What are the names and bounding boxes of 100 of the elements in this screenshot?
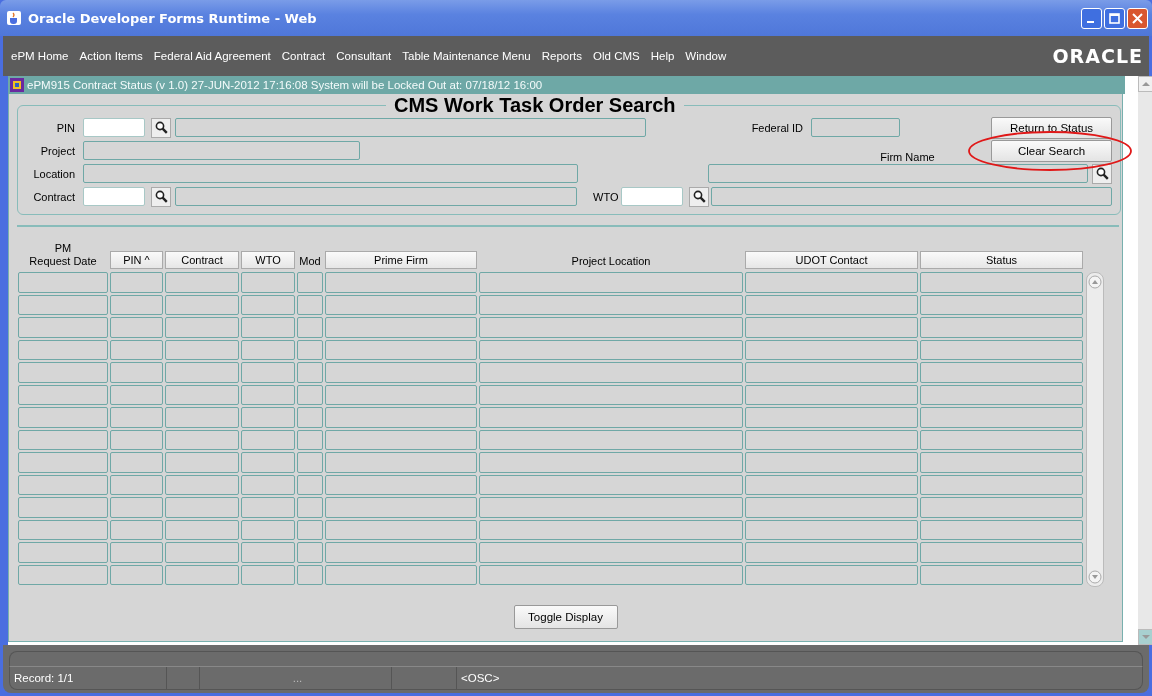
table-cell[interactable]	[745, 294, 918, 315]
table-cell[interactable]	[479, 519, 743, 540]
table-cell[interactable]	[241, 429, 295, 450]
column-header-button[interactable]: WTO	[241, 251, 295, 269]
table-cell[interactable]	[297, 474, 323, 495]
lookup-button[interactable]	[1092, 163, 1112, 184]
table-cell[interactable]	[110, 429, 163, 450]
column-header-button[interactable]: PIN ^	[110, 251, 163, 269]
table-cell[interactable]	[479, 294, 743, 315]
minimize-button[interactable]	[1081, 7, 1102, 29]
input-field[interactable]	[621, 187, 683, 206]
column-header-button[interactable]: Contract	[165, 251, 239, 269]
table-cell[interactable]	[479, 317, 743, 338]
table-cell[interactable]	[325, 294, 477, 315]
table-cell[interactable]	[165, 474, 239, 495]
table-cell[interactable]	[920, 384, 1083, 405]
table-cell[interactable]	[325, 497, 477, 518]
table-cell[interactable]	[479, 429, 743, 450]
table-cell[interactable]	[479, 384, 743, 405]
table-cell[interactable]	[241, 362, 295, 383]
table-cell[interactable]	[165, 429, 239, 450]
table-cell[interactable]	[18, 339, 108, 360]
table-cell[interactable]	[110, 542, 163, 563]
close-button[interactable]	[1127, 7, 1148, 29]
table-cell[interactable]	[241, 407, 295, 428]
table-cell[interactable]	[165, 452, 239, 473]
table-cell[interactable]	[241, 317, 295, 338]
table-cell[interactable]	[18, 294, 108, 315]
display-field[interactable]	[175, 118, 646, 137]
table-cell[interactable]	[920, 317, 1083, 338]
table-cell[interactable]	[920, 339, 1083, 360]
table-cell[interactable]	[325, 362, 477, 383]
table-cell[interactable]	[745, 272, 918, 293]
scrollbar[interactable]	[1138, 76, 1152, 645]
table-cell[interactable]	[479, 272, 743, 293]
table-cell[interactable]	[920, 429, 1083, 450]
menu-item[interactable]: Action Items	[79, 50, 143, 62]
table-cell[interactable]	[110, 407, 163, 428]
table-cell[interactable]	[920, 474, 1083, 495]
table-cell[interactable]	[479, 339, 743, 360]
table-cell[interactable]	[165, 294, 239, 315]
table-cell[interactable]	[479, 407, 743, 428]
table-cell[interactable]	[920, 272, 1083, 293]
table-cell[interactable]	[110, 317, 163, 338]
table-cell[interactable]	[325, 474, 477, 495]
table-cell[interactable]	[920, 294, 1083, 315]
table-cell[interactable]	[325, 317, 477, 338]
table-cell[interactable]	[165, 339, 239, 360]
table-cell[interactable]	[920, 407, 1083, 428]
table-cell[interactable]	[479, 362, 743, 383]
table-cell[interactable]	[745, 542, 918, 563]
table-cell[interactable]	[297, 384, 323, 405]
table-cell[interactable]	[110, 497, 163, 518]
lookup-button[interactable]	[151, 117, 171, 138]
table-cell[interactable]	[241, 497, 295, 518]
table-cell[interactable]	[241, 474, 295, 495]
table-cell[interactable]	[297, 564, 323, 585]
table-cell[interactable]	[110, 452, 163, 473]
table-cell[interactable]	[920, 362, 1083, 383]
table-cell[interactable]	[110, 474, 163, 495]
table-cell[interactable]	[110, 519, 163, 540]
table-cell[interactable]	[165, 407, 239, 428]
button[interactable]: Clear Search	[991, 139, 1112, 162]
table-cell[interactable]	[18, 429, 108, 450]
display-field[interactable]	[811, 118, 900, 137]
table-cell[interactable]	[325, 384, 477, 405]
column-header-button[interactable]: Prime Firm	[325, 251, 477, 269]
table-cell[interactable]	[18, 317, 108, 338]
table-cell[interactable]	[325, 429, 477, 450]
table-cell[interactable]	[241, 272, 295, 293]
table-cell[interactable]	[297, 429, 323, 450]
table-cell[interactable]	[110, 384, 163, 405]
table-cell[interactable]	[325, 542, 477, 563]
table-cell[interactable]	[18, 497, 108, 518]
table-cell[interactable]	[18, 384, 108, 405]
table-cell[interactable]	[920, 452, 1083, 473]
table-cell[interactable]	[479, 542, 743, 563]
scroll-down-icon[interactable]	[1138, 629, 1152, 645]
table-cell[interactable]	[18, 519, 108, 540]
menu-item[interactable]: Window	[685, 50, 727, 62]
maximize-button[interactable]	[1104, 7, 1125, 29]
menu-item[interactable]: Old CMS	[593, 50, 640, 62]
table-cell[interactable]	[745, 452, 918, 473]
scroll-down-icon[interactable]	[1088, 570, 1102, 584]
table-cell[interactable]	[110, 362, 163, 383]
table-cell[interactable]	[241, 339, 295, 360]
menu-item[interactable]: Help	[650, 50, 675, 62]
table-cell[interactable]	[165, 317, 239, 338]
menu-item[interactable]: Table Maintenance Menu	[402, 50, 531, 62]
table-cell[interactable]	[110, 272, 163, 293]
table-cell[interactable]	[297, 362, 323, 383]
table-cell[interactable]	[297, 452, 323, 473]
table-cell[interactable]	[165, 564, 239, 585]
table-cell[interactable]	[920, 564, 1083, 585]
table-cell[interactable]	[241, 452, 295, 473]
table-cell[interactable]	[325, 272, 477, 293]
table-cell[interactable]	[18, 474, 108, 495]
table-cell[interactable]	[325, 339, 477, 360]
table-cell[interactable]	[479, 474, 743, 495]
table-cell[interactable]	[297, 497, 323, 518]
